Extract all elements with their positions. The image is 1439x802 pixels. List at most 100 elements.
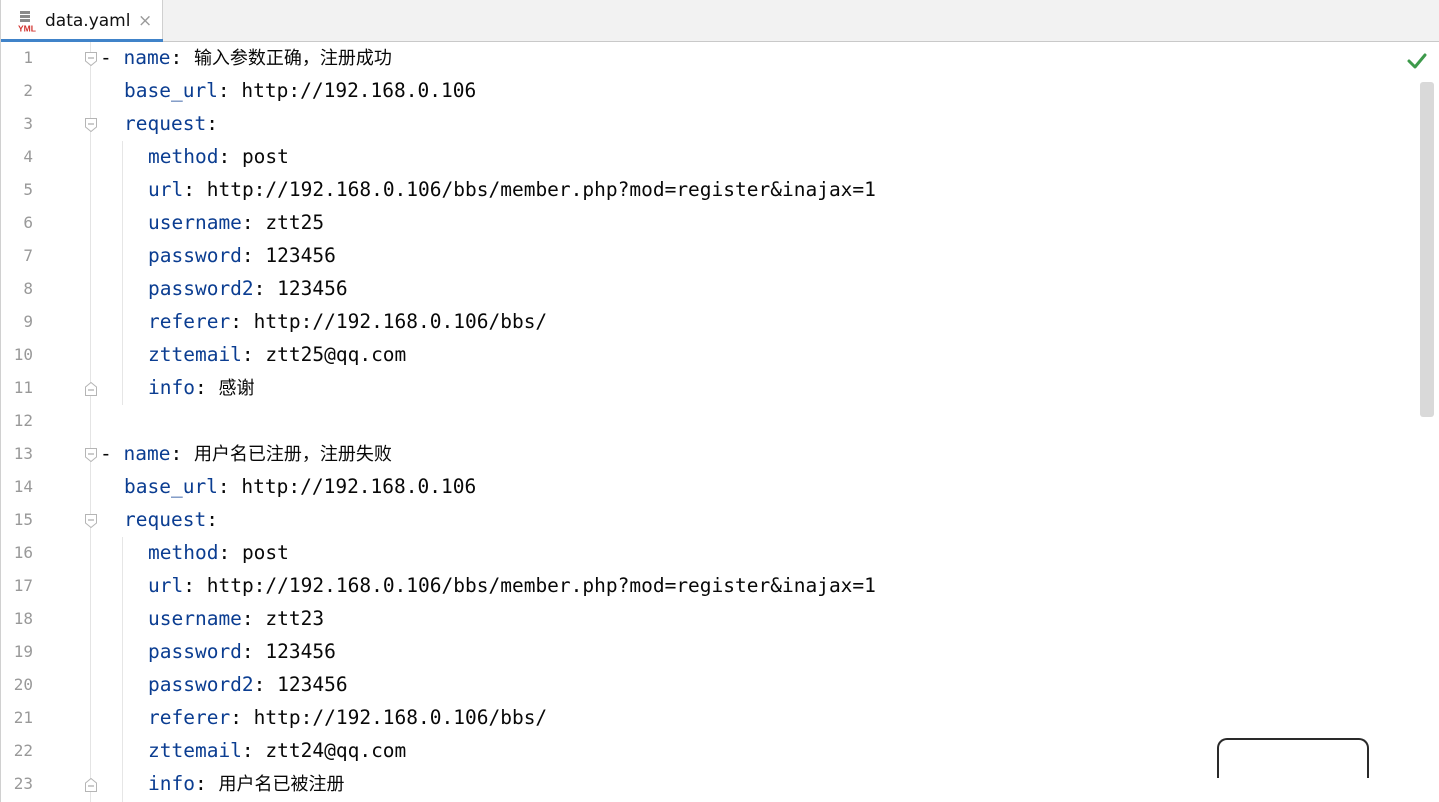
code-line[interactable]: 22 zttemail: ztt24@qq.com [1,735,1401,768]
code-text: - name: 用户名已注册，注册失败 [100,442,392,467]
code-line[interactable]: 6 username: ztt25 [1,207,1401,240]
yaml-separator: : [241,739,266,762]
yaml-key: info [148,376,195,399]
yaml-separator: : [194,772,219,795]
code-line[interactable]: 7 password: 123456 [1,240,1401,273]
code-line[interactable]: 9 referer: http://192.168.0.106/bbs/ [1,306,1401,339]
tab-data-yaml[interactable]: YML data.yaml × [1,0,163,43]
yaml-value: http://192.168.0.106 [241,79,477,102]
line-number: 14 [13,477,33,496]
popup-frame [1217,738,1369,778]
code-line[interactable]: 13 - name: 用户名已注册，注册失败 [1,438,1401,471]
yaml-key: base_url [124,475,218,498]
yaml-key: base_url [124,79,218,102]
indent-guide [122,537,123,802]
line-number: 21 [13,708,33,727]
code-line[interactable]: 4 method: post [1,141,1401,174]
yaml-value: 123456 [265,640,336,663]
code-text: username: ztt25 [148,211,324,235]
fold-open-icon[interactable] [85,118,97,132]
yaml-separator: : [253,673,278,696]
line-number: 2 [23,81,33,100]
yaml-key: referer [148,310,231,333]
line-number: 10 [13,345,33,364]
fold-open-icon[interactable] [85,52,97,66]
editor-tab-bar: YML data.yaml × [1,0,1439,43]
code-text: password2: 123456 [148,277,348,301]
code-line[interactable]: 21 referer: http://192.168.0.106/bbs/ [1,702,1401,735]
yaml-value: ztt24@qq.com [265,739,407,762]
line-number: 6 [23,213,33,232]
yaml-separator: : [230,310,254,333]
code-text: base_url: http://192.168.0.106 [124,475,476,499]
line-number: 18 [13,609,33,628]
yaml-value: post [241,541,289,564]
code-text: method: post [148,145,289,169]
yaml-value: 123456 [277,277,348,300]
code-text: url: http://192.168.0.106/bbs/member.php… [148,574,876,598]
line-number: 8 [23,279,33,298]
yaml-separator: : [206,112,218,135]
yaml-key: username [148,211,242,234]
yaml-key: zttemail [148,739,242,762]
yaml-key: method [148,145,219,168]
yaml-value: ztt25@qq.com [265,343,407,366]
code-line[interactable]: 10 zttemail: ztt25@qq.com [1,339,1401,372]
line-number: 1 [23,48,33,67]
line-number: 7 [23,246,33,265]
line-number: 19 [13,642,33,661]
yaml-key: request [124,112,207,135]
code-line[interactable]: 17 url: http://192.168.0.106/bbs/member.p… [1,570,1401,603]
yaml-separator: : [170,46,194,69]
yaml-separator: : [230,706,254,729]
line-number: 5 [23,180,33,199]
yaml-value: 感谢 [218,378,255,399]
fold-open-icon[interactable] [85,448,97,462]
yaml-key: password2 [148,277,254,300]
tab-close-icon[interactable]: × [138,9,152,33]
code-text: info: 用户名已被注册 [148,772,344,797]
yaml-key: zttemail [148,343,242,366]
yaml-separator: : [183,178,207,201]
check-icon[interactable] [1406,50,1428,72]
code-line[interactable]: 14 base_url: http://192.168.0.106 [1,471,1401,504]
fold-end-icon[interactable] [85,778,97,792]
yaml-value: 输入参数正确，注册成功 [193,48,392,69]
line-number: 3 [23,114,33,133]
yaml-key: url [148,574,184,597]
code-line[interactable]: 3 request: [1,108,1401,141]
yaml-value: 用户名已注册，注册失败 [193,444,392,465]
code-line[interactable]: 18 username: ztt23 [1,603,1401,636]
code-editor[interactable]: 1 - name: 输入参数正确，注册成功 2 base_url: http://19… [1,42,1439,802]
yml-icon-label: YML [18,24,36,34]
scrollbar-thumb[interactable] [1420,82,1434,417]
yaml-key: info [148,772,195,795]
line-number: 16 [13,543,33,562]
code-text: username: ztt23 [148,607,324,631]
yaml-value: 123456 [265,244,336,267]
code-line[interactable]: 20 password2: 123456 [1,669,1401,702]
fold-end-icon[interactable] [85,382,97,396]
code-line[interactable]: 1 - name: 输入参数正确，注册成功 [1,42,1401,75]
fold-open-icon[interactable] [85,514,97,528]
yaml-key: referer [148,706,231,729]
code-line[interactable]: 23 info: 用户名已被注册 [1,768,1401,801]
code-line[interactable]: 2 base_url: http://192.168.0.106 [1,75,1401,108]
code-line[interactable]: 5 url: http://192.168.0.106/bbs/member.ph… [1,174,1401,207]
line-number: 15 [13,510,33,529]
code-text: - name: 输入参数正确，注册成功 [100,46,392,71]
code-line[interactable]: 12 [1,405,1401,438]
code-line[interactable]: 19 password: 123456 [1,636,1401,669]
yaml-separator: : [241,244,266,267]
yaml-key: url [148,178,184,201]
yaml-key: method [148,541,219,564]
code-line[interactable]: 15 request: [1,504,1401,537]
code-line[interactable]: 11 info: 感谢 [1,372,1401,405]
yaml-separator: : [241,607,266,630]
yaml-separator: : [217,475,242,498]
code-line[interactable]: 16 method: post [1,537,1401,570]
line-number: 22 [13,741,33,760]
code-line[interactable]: 8 password2: 123456 [1,273,1401,306]
yml-file-icon: YML [15,11,39,34]
line-number: 11 [13,378,33,397]
